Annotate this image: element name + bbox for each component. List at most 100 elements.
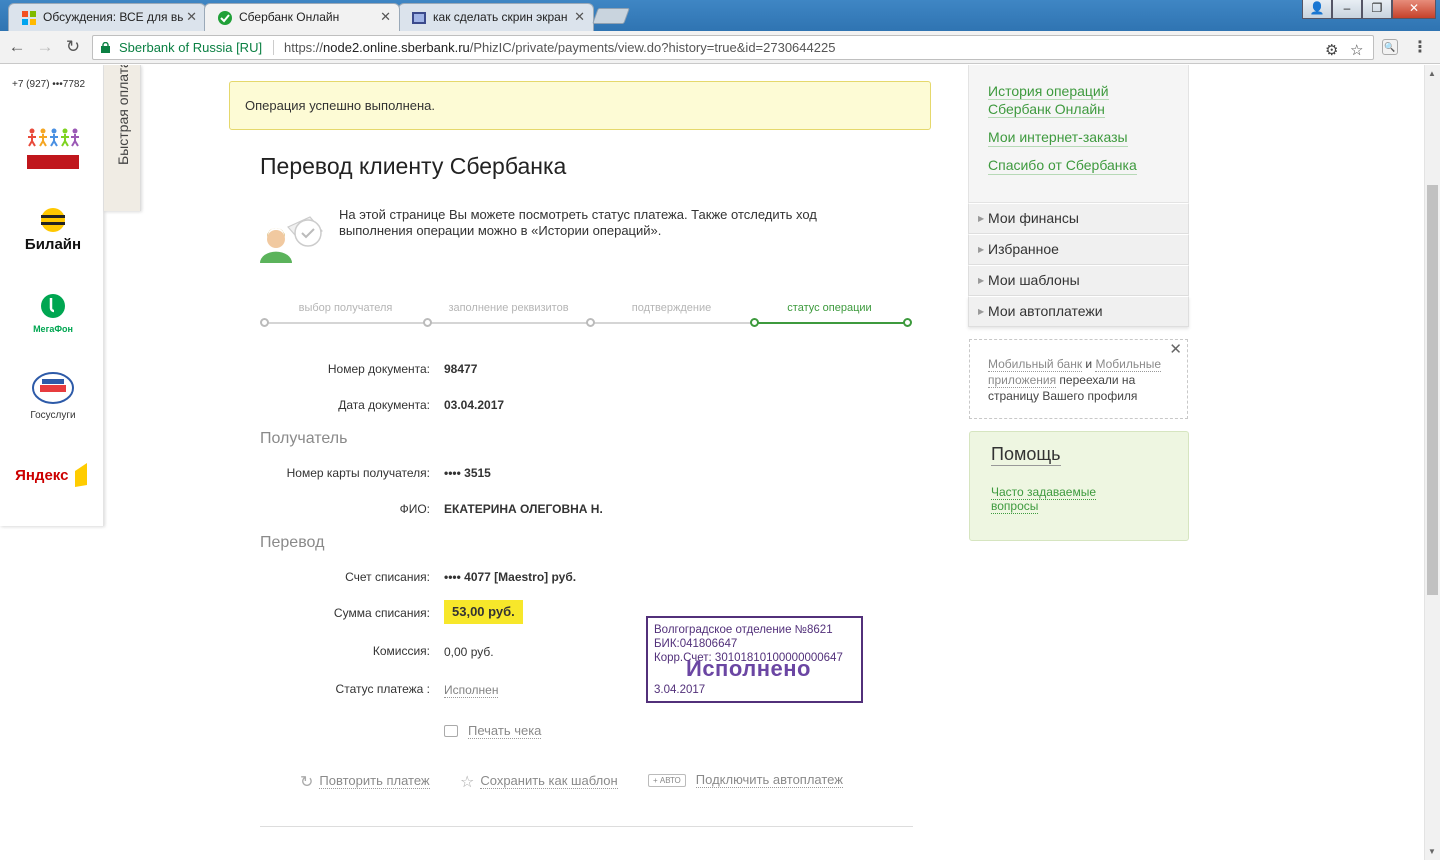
recipient-card-label: Номер карты получателя: [286, 466, 430, 480]
reload-icon[interactable]: ↻ [62, 37, 84, 59]
url-path: /PhizIC/private/payments/view.do?history… [469, 40, 836, 55]
recipient-name-value: ЕКАТЕРИНА ОЛЕГОВНА Н. [444, 502, 603, 516]
success-notice: Операция успешно выполнена. [229, 81, 931, 130]
extension-search-icon[interactable]: 🔍 [1382, 39, 1398, 55]
amount-value: 53,00 руб. [444, 600, 523, 624]
provider-podari-zhizn[interactable] [10, 125, 96, 176]
auto-badge: + АВТО [648, 774, 686, 787]
provider-megafon[interactable]: МегаФон [10, 293, 96, 334]
user-profile-icon[interactable]: 👤 [1302, 0, 1332, 19]
address-separator [273, 40, 274, 55]
minimize-button[interactable]: – [1332, 0, 1362, 19]
right-links-box: История операций Сбербанк Онлайн Мои инт… [968, 65, 1189, 203]
address-bar[interactable]: Sberbank of Russia [RU] https://node2.on… [92, 35, 1374, 60]
doc-number-value: 98477 [444, 362, 478, 376]
menu-label: Избранное [988, 241, 1059, 257]
close-icon[interactable]: ✕ [1169, 342, 1182, 358]
help-title[interactable]: Помощь [991, 444, 1061, 466]
amount-label: Сумма списания: [333, 606, 430, 620]
scroll-down-icon[interactable]: ▼ [1428, 847, 1436, 856]
faq-link[interactable]: Часто задаваемые вопросы [991, 485, 1131, 514]
scroll-thumb[interactable] [1427, 185, 1438, 595]
new-tab-button[interactable] [592, 8, 630, 24]
recipient-card-value: •••• 3515 [444, 466, 491, 480]
podari-zhizn-logo-icon [27, 128, 79, 169]
back-arrow-icon[interactable]: ← [6, 37, 28, 59]
megafon-logo-icon [41, 294, 65, 318]
blocked-content-icon[interactable]: ⚙ [1325, 39, 1338, 62]
account-label: Счет списания: [345, 570, 430, 584]
beeline-label: Билайн [24, 236, 82, 253]
sberbank-favicon-icon [218, 11, 232, 25]
windows-favicon-icon [22, 11, 36, 25]
provider-gosuslugi[interactable]: Госуслуги [10, 371, 96, 421]
tab-close-icon[interactable]: ✕ [186, 4, 197, 30]
recipient-section-title: Получатель [260, 430, 348, 447]
step-dot [423, 318, 432, 327]
secure-site-label: Sberbank of Russia [RU] [119, 40, 263, 55]
fee-value: 0,00 руб. [444, 645, 494, 659]
info-text: На этой странице Вы можете посмотреть ст… [339, 207, 817, 238]
status-value-link[interactable]: Исполнен [444, 683, 499, 698]
menu-my-finances[interactable]: ▶ Мои финансы [968, 203, 1189, 234]
menu-arrow-icon: ▶ [978, 276, 985, 285]
step-label-fill-details: заполнение реквизитов [448, 302, 569, 314]
browser-menu-icon[interactable]: ⋮ [1412, 37, 1428, 57]
bookmark-star-icon[interactable]: ☆ [1350, 39, 1363, 62]
recipient-name-label: ФИО: [399, 502, 430, 516]
help-box: Помощь Часто задаваемые вопросы [969, 431, 1189, 541]
print-receipt-button[interactable]: Печать чека [444, 723, 542, 739]
save-template-button[interactable]: ☆ Сохранить как шаблон [460, 772, 618, 792]
menu-favorites[interactable]: ▶ Избранное [968, 234, 1189, 265]
quick-pay-label: Быстрая оплата [115, 65, 131, 165]
quick-pay-tab[interactable]: Быстрая оплата [104, 65, 141, 211]
phone-number: +7 (927) •••7782 [12, 79, 86, 90]
page-content: +7 (927) •••7782 Билайн МегаФон Госуслуг… [0, 65, 1424, 860]
menu-my-autopayments[interactable]: ▶ Мои автоплатежи [968, 296, 1189, 327]
repeat-payment-button[interactable]: ↻ Повторить платеж [300, 772, 430, 792]
mobile-bank-link[interactable]: Мобильный банк [988, 357, 1083, 372]
step-dot [903, 318, 912, 327]
megafon-label: МегаФон [33, 324, 73, 334]
quick-pay-panel: +7 (927) •••7782 Билайн МегаФон Госуслуг… [0, 65, 104, 526]
page-scrollbar[interactable]: ▲ ▼ [1424, 65, 1440, 860]
divider [260, 826, 913, 827]
fee-label: Комиссия: [372, 644, 430, 658]
history-link[interactable]: История операций Сбербанк Онлайн [988, 82, 1118, 118]
internet-orders-link[interactable]: Мои интернет-заказы [988, 128, 1128, 147]
maximize-button[interactable]: ❐ [1362, 0, 1392, 19]
tab-close-icon[interactable]: ✕ [380, 4, 391, 30]
step-label-confirm: подтверждение [631, 302, 712, 314]
beeline-logo-icon [41, 208, 65, 232]
autopay-button[interactable]: + АВТО Подключить автоплатеж [648, 772, 843, 788]
doc-number-label: Номер документа: [327, 362, 430, 376]
lock-icon [101, 42, 110, 53]
url-text: https://node2.online.sberbank.ru/PhizIC/… [284, 36, 835, 59]
provider-beeline[interactable]: Билайн [10, 207, 96, 253]
transfer-section-title: Перевод [260, 534, 325, 551]
scroll-up-icon[interactable]: ▲ [1428, 69, 1436, 78]
gosuslugi-logo-icon [32, 372, 74, 404]
stamp-branch: Волгоградское отделение №8621 [654, 624, 833, 636]
yandex-wallet-icon [74, 463, 87, 487]
stamp-date: 3.04.2017 [654, 684, 706, 696]
forward-arrow-icon[interactable]: → [34, 37, 56, 59]
close-window-button[interactable]: ✕ [1392, 0, 1436, 19]
step-dot [260, 318, 269, 327]
tab-close-icon[interactable]: ✕ [574, 4, 585, 30]
operation-steps: выбор получателя заполнение реквизитов п… [260, 302, 914, 332]
bank-stamp: Волгоградское отделение №8621 БИК:041806… [646, 616, 863, 703]
menu-arrow-icon: ▶ [978, 214, 985, 223]
menu-my-templates[interactable]: ▶ Мои шаблоны [968, 265, 1189, 296]
spasibo-link[interactable]: Спасибо от Сбербанка [988, 156, 1137, 175]
provider-yandex[interactable]: Яндекс [10, 461, 96, 489]
mobile-bank-notice: ✕ Мобильный банк и Мобильные приложения … [969, 339, 1188, 419]
tab-screenshot-search[interactable]: как сделать скрин экран ✕ [398, 3, 594, 31]
browser-toolbar: ← → ↻ Sberbank of Russia [RU] https://no… [0, 31, 1440, 64]
print-receipt-label: Печать чека [468, 723, 542, 739]
browser-tabstrip: Обсуждения: ВСЕ для вы ✕ Сбербанк Онлайн… [0, 0, 1440, 31]
tab-sberbank[interactable]: Сбербанк Онлайн ✕ [204, 3, 400, 31]
step-dot [750, 318, 759, 327]
page-favicon-icon [412, 12, 426, 24]
tab-discussions[interactable]: Обсуждения: ВСЕ для вы ✕ [8, 3, 206, 31]
